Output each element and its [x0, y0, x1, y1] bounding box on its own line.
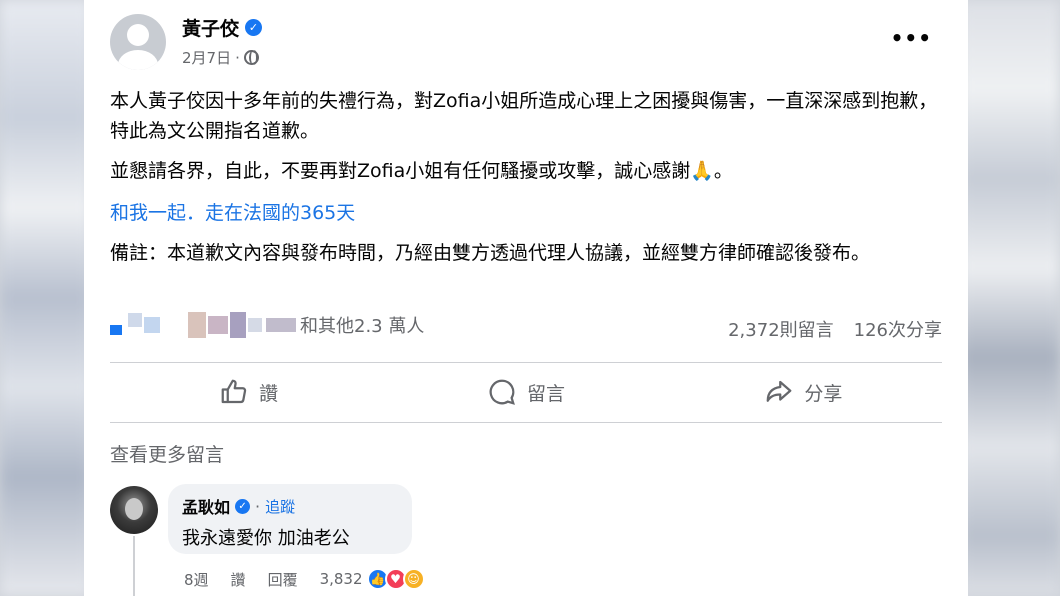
comment-text: 我永遠愛你 加油老公 [182, 528, 350, 549]
comment-bubble-icon [489, 379, 515, 405]
care-reaction-icon: ☺ [402, 568, 425, 590]
comment-separator: · [255, 496, 261, 516]
divider [110, 422, 942, 423]
comment-label: 留言 [526, 382, 565, 405]
comments-count[interactable]: 2,372則留言 [728, 316, 834, 342]
blurred-reactor-icon [128, 313, 142, 327]
share-button[interactable]: 分享 [665, 364, 942, 420]
comment-bubble: 孟耿如 ✓ · 追蹤 我永遠愛你 加油老公 [168, 484, 412, 554]
blurred-reactor-icon [208, 316, 228, 334]
post-date[interactable]: 2月7日 [182, 47, 231, 68]
post-note: 備註：本道歉文內容與發布時間，乃經由雙方透過代理人協議，並經雙方律師確認後發布。 [110, 242, 871, 264]
post-link[interactable]: 和我一起．走在法國的365天 [110, 198, 355, 225]
follow-link[interactable]: 追蹤 [265, 496, 295, 517]
comment-thread-line [133, 536, 135, 596]
author-avatar[interactable] [110, 14, 166, 70]
globe-icon [243, 50, 259, 65]
meta-separator: · [235, 48, 240, 67]
share-arrow-icon [766, 380, 792, 402]
share-label: 分享 [804, 382, 843, 405]
blurred-reactor-icon [230, 312, 246, 338]
like-label: 讚 [259, 382, 279, 405]
comment-actions: 8週 讚 回覆 3,832 👍 ♥ ☺ [184, 568, 425, 590]
author-name[interactable]: 黃子佼 [182, 14, 239, 41]
commenter-avatar[interactable] [110, 486, 158, 534]
comment-reactions[interactable]: 3,832 👍 ♥ ☺ [320, 568, 425, 590]
engagement-counts: 2,372則留言 126次分享 [728, 316, 942, 342]
divider [110, 362, 942, 363]
comment-like-button[interactable]: 讚 [231, 569, 246, 590]
view-more-comments-link[interactable]: 查看更多留言 [110, 440, 224, 467]
commenter-name[interactable]: 孟耿如 [182, 494, 230, 518]
comment-reply-button[interactable]: 回覆 [268, 569, 298, 590]
thumbs-up-icon [221, 379, 247, 404]
blurred-reactor-icon [110, 325, 122, 335]
commenter-header: 孟耿如 ✓ · 追蹤 [182, 494, 398, 518]
more-options-button[interactable]: ••• [891, 26, 932, 50]
blurred-reactor-icon [248, 318, 262, 332]
blurred-reactor-icon [144, 317, 160, 333]
like-button[interactable]: 讚 [110, 364, 387, 420]
post-card: 黃子佼 ✓ 2月7日 · ••• 本人黃子佼因十多年前的失禮行為，對Zofia小… [84, 0, 968, 596]
shares-count[interactable]: 126次分享 [854, 316, 942, 342]
blurred-reactor-icon [266, 318, 296, 332]
post-paragraph-1: 本人黃子佼因十多年前的失禮行為，對Zofia小姐所造成心理上之困擾與傷害，一直深… [110, 90, 938, 142]
post-actions: 讚 留言 分享 [110, 364, 942, 420]
verified-badge-icon: ✓ [245, 19, 263, 36]
post-meta: 2月7日 · [182, 47, 259, 68]
reactions-count[interactable]: 和其他2.3 萬人 [300, 312, 424, 338]
comment-reaction-count: 3,832 [319, 570, 363, 588]
reactions-summary[interactable]: 和其他2.3 萬人 [110, 312, 424, 338]
post-paragraph-2: 並懇請各界，自此，不要再對Zofia小姐有任何騷擾或攻擊，誠心感謝🙏。 [110, 160, 733, 182]
post-author: 黃子佼 ✓ [182, 14, 263, 41]
blurred-background-left [0, 0, 90, 596]
verified-badge-icon: ✓ [235, 498, 251, 514]
blurred-reactor-icon [188, 312, 206, 338]
comment-age[interactable]: 8週 [184, 569, 209, 590]
blurred-background-right [960, 0, 1060, 596]
comment-button[interactable]: 留言 [387, 364, 664, 420]
